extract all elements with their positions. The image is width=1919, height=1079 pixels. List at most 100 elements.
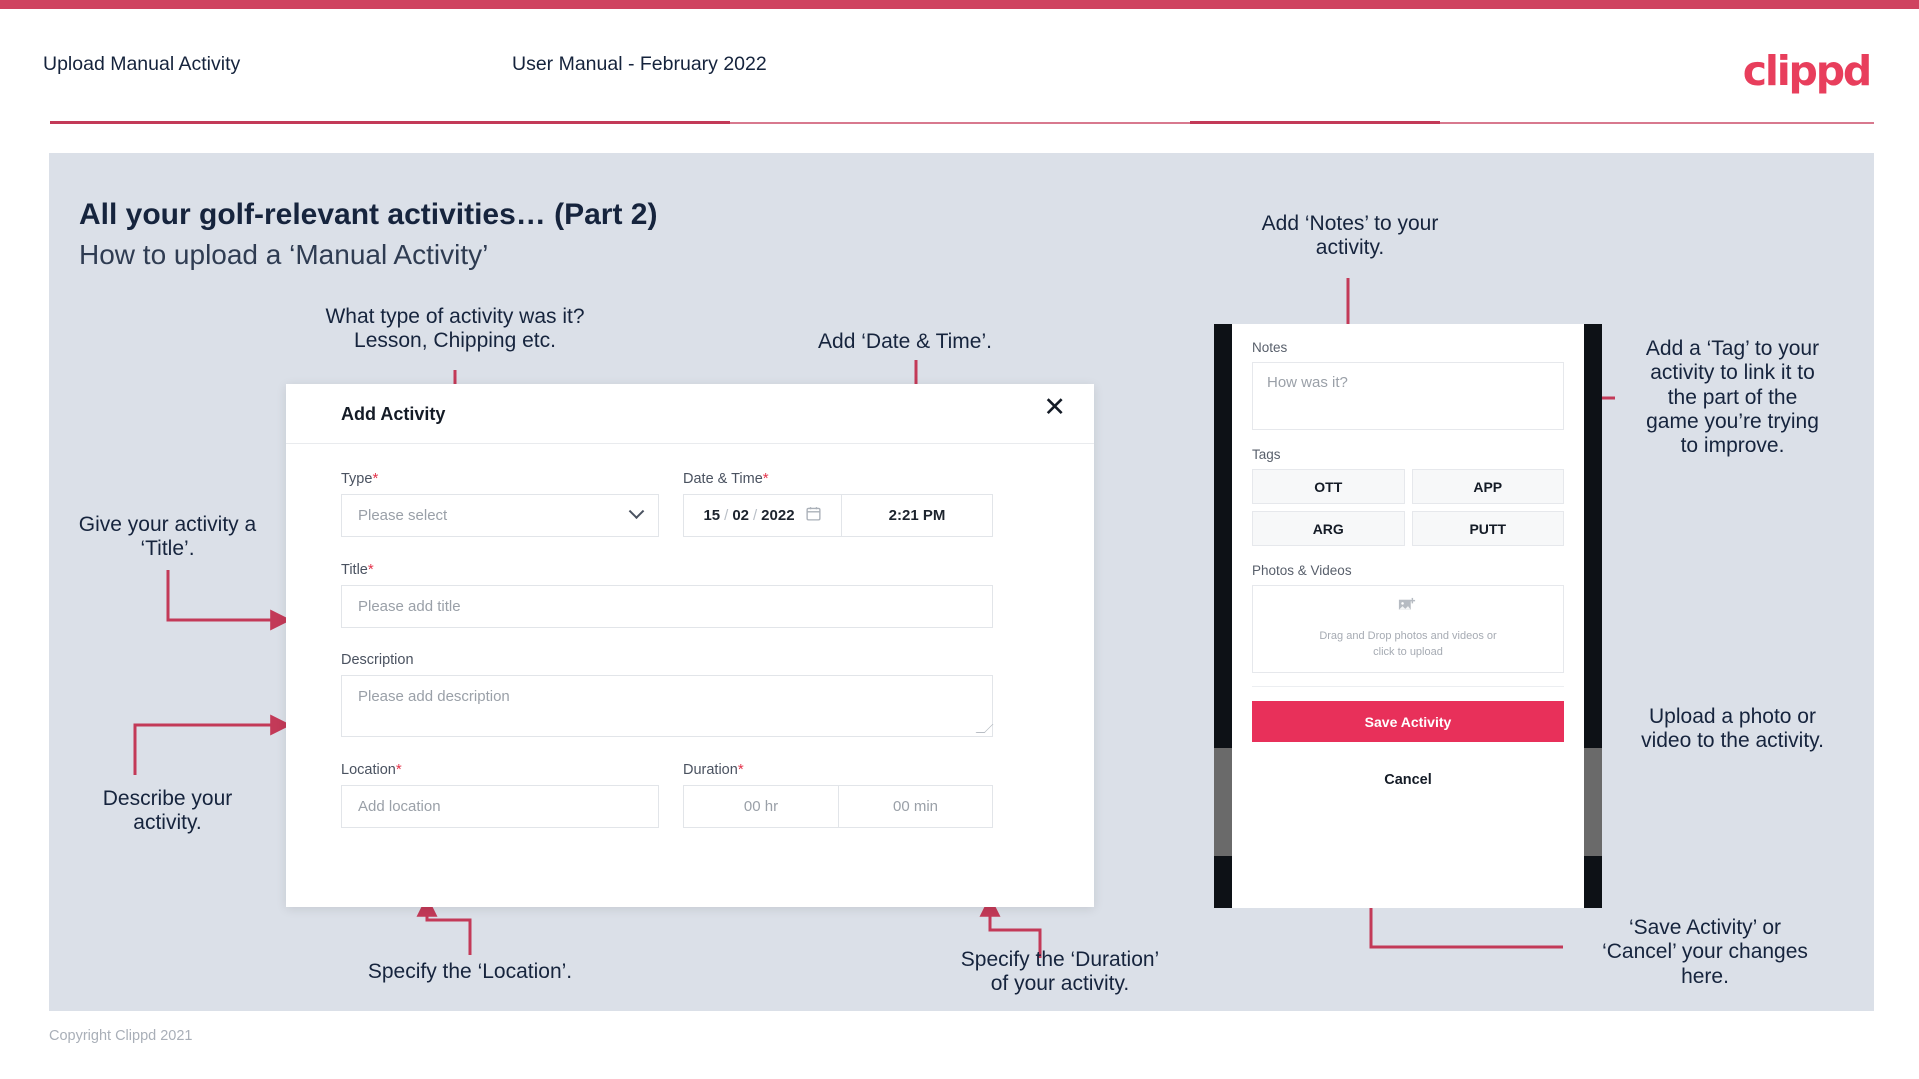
duration-group: 00 hr 00 min [683,785,993,828]
annotation-tag-line3: the part of the [1667,385,1798,409]
date-sep-2: / [753,507,758,524]
close-icon[interactable]: ✕ [1043,394,1066,421]
location-placeholder: Add location [358,798,441,815]
annotation-location-line1: Specify the ‘Location’. [367,960,573,983]
date-input[interactable]: 15 / 02 / 2022 [683,494,841,537]
location-input[interactable]: Add location [341,785,659,828]
dialog-title: Add Activity [341,404,446,424]
description-textarea[interactable]: Please add description [341,675,993,737]
header-title: Upload Manual Activity [43,53,241,75]
annotation-save-line1: ‘Save Activity’ or [1628,916,1782,939]
activity-form: Type* Please select Date & Time* 15 / 02 [286,444,1094,852]
type-label-text: Type [341,471,373,487]
annotation-datetime-line1: Add ‘Date & Time’. [818,330,992,353]
field-description: Description Please add description [341,652,1039,737]
field-datetime: Date & Time* 15 / 02 / 2022 2:21 PM [683,470,993,537]
phone-screen: Notes How was it? Tags OTT APP ARG PUTT … [1232,324,1584,908]
duration-label: Duration* [683,761,993,778]
duration-minutes-input[interactable]: 00 min [838,785,993,828]
notes-placeholder: How was it? [1267,374,1348,391]
dropzone-text: Drag and Drop photos and videos or click… [1319,629,1496,661]
dropzone-line2: click to upload [1373,646,1443,658]
slide-subtitle: How to upload a ‘Manual Activity’ [79,239,489,270]
annotation-type-line2: Lesson, Chipping etc. [354,329,556,353]
slide-title: All your golf-relevant activities… (Part… [79,198,658,231]
annotation-tag: Add a ‘Tag’ to your activity to link it … [1620,337,1845,459]
annotation-datetime: Add ‘Date & Time’. [760,330,1050,354]
annotation-upload-line2: video to the activity. [1641,729,1824,753]
annotation-notes-line2: activity. [1315,236,1385,260]
field-duration: Duration* 00 hr 00 min [683,761,993,828]
duration-required-asterisk: * [737,761,744,778]
time-input[interactable]: 2:21 PM [841,494,993,537]
spacer-tags-photos [1252,546,1564,563]
annotation-upload-line1: Upload a photo or [1649,705,1816,728]
title-label-text: Title [341,562,368,578]
description-placeholder: Please add description [358,688,510,705]
notes-textarea[interactable]: How was it? [1252,362,1564,430]
save-activity-button[interactable]: Save Activity [1252,701,1564,742]
phone-bezel-left-gray [1214,748,1232,856]
tags-grid: OTT APP ARG PUTT [1252,469,1564,546]
description-label: Description [341,652,1039,668]
clippd-logo: clippd [1742,47,1872,95]
annotation-title-line2: ‘Title’. [140,537,195,561]
annotation-tag-line2: activity to link it to [1650,361,1815,385]
annotation-tag-line5: to improve. [1680,434,1785,458]
type-select-value: Please select [358,507,448,524]
type-select[interactable]: Please select [341,494,659,537]
date-sep-1: / [724,507,729,524]
annotation-type: What type of activity was it? Lesson, Ch… [300,305,610,354]
mobile-preview: Notes How was it? Tags OTT APP ARG PUTT … [1214,324,1602,908]
field-title: Title* Please add title [341,561,1039,628]
annotation-notes-line1: Add ‘Notes’ to your [1261,212,1439,235]
dialog-header: Add Activity ✕ [286,384,1094,444]
header-divider-accent-right [1190,121,1440,124]
form-row-location-duration: Location* Add location Duration* 00 hr 0… [341,761,1039,852]
calendar-icon[interactable] [805,505,822,526]
datetime-label: Date & Time* [683,470,993,487]
tag-putt[interactable]: PUTT [1411,511,1564,546]
spacer-notes-tags [1252,430,1564,447]
duration-hours-input[interactable]: 00 hr [683,785,838,828]
datetime-required-asterisk: * [762,470,769,487]
location-label: Location* [341,761,659,778]
annotation-duration-line1: Specify the ‘Duration’ [960,948,1160,971]
title-input[interactable]: Please add title [341,585,993,628]
description-label-text: Description [341,652,414,668]
header-subtitle: User Manual - February 2022 [512,53,767,75]
cancel-button[interactable]: Cancel [1252,772,1564,788]
tag-app[interactable]: APP [1411,469,1564,504]
datetime-group: 15 / 02 / 2022 2:21 PM [683,494,993,537]
add-image-icon [1397,597,1419,622]
duration-hours-placeholder: 00 hr [743,798,779,815]
annotation-duration-line2: of your activity. [990,972,1130,996]
title-label: Title* [341,561,1039,578]
annotation-notes: Add ‘Notes’ to your activity. [1245,212,1455,261]
datetime-label-text: Date & Time [683,471,763,487]
annotation-location: Specify the ‘Location’. [330,960,610,984]
annotation-tag-line1: Add a ‘Tag’ to your [1645,337,1820,360]
annotation-upload: Upload a photo or video to the activity. [1620,705,1845,754]
date-year: 2022 [761,507,795,524]
field-type: Type* Please select [341,470,659,537]
header-divider-accent-left [50,121,730,124]
tags-label: Tags [1252,447,1281,462]
title-input-placeholder: Please add title [358,598,461,615]
photo-upload-dropzone[interactable]: Drag and Drop photos and videos or click… [1252,585,1564,673]
annotation-description-line1: Describe your [102,787,233,810]
annotation-save-cancel: ‘Save Activity’ or ‘Cancel’ your changes… [1565,916,1845,989]
phone-bezel-right-gray [1584,748,1602,856]
chevron-down-icon [628,503,645,520]
phone-divider [1252,686,1564,687]
copyright-text: Copyright Clippd 2021 [49,1028,193,1044]
dropzone-line1: Drag and Drop photos and videos or [1319,630,1497,643]
add-activity-dialog: Add Activity ✕ Type* Please select Date … [286,384,1094,907]
tag-arg[interactable]: ARG [1252,511,1405,546]
date-day: 15 [703,507,721,524]
type-required-asterisk: * [372,470,379,487]
tag-ott[interactable]: OTT [1252,469,1405,504]
duration-label-text: Duration [683,762,738,778]
annotation-tag-line4: game you’re trying [1646,410,1819,434]
annotation-title: Give your activity a ‘Title’. [35,513,300,562]
